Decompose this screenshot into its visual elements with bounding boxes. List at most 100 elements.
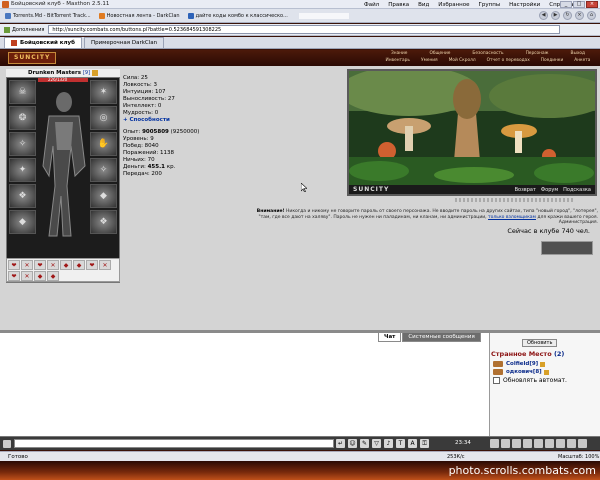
menu-favorites[interactable]: Избранное xyxy=(438,2,469,8)
scroll-slot[interactable]: ✕ xyxy=(21,271,33,281)
exp-label: Опыт: xyxy=(123,129,141,135)
tab-system-messages[interactable]: Системные сообщения xyxy=(402,333,481,342)
map-icon[interactable] xyxy=(567,439,576,448)
help-icon[interactable] xyxy=(523,439,532,448)
user-row[interactable]: Colfield [9] xyxy=(493,361,546,367)
menu-settings[interactable]: Настройки xyxy=(509,2,540,8)
exit-icon[interactable] xyxy=(512,439,521,448)
stats-counter-badge[interactable] xyxy=(541,241,593,255)
forum-link[interactable]: Форум xyxy=(541,187,558,193)
menu-file[interactable]: Файл xyxy=(364,2,379,8)
user-name: одкович xyxy=(506,369,533,375)
nav-security[interactable]: Безопасность xyxy=(472,51,503,58)
earring-slot[interactable]: ✶ xyxy=(90,80,117,104)
home-icon[interactable]: ⌂ xyxy=(587,11,596,20)
chat-menu-icon[interactable] xyxy=(3,440,11,448)
ring-slot[interactable]: ◎ xyxy=(90,106,117,130)
scroll-slot[interactable]: ❤ xyxy=(86,260,98,270)
character-portrait: ☠ ❂ ✧ ✦ ❖ ◆ ✶ ◎ ✋ ✧ ◆ ❖ xyxy=(6,77,120,283)
forward-icon[interactable]: ▶ xyxy=(551,11,560,20)
filter-icon[interactable]: ▽ xyxy=(372,439,381,448)
status-zoom[interactable]: Масштаб: 100% xyxy=(558,454,599,460)
browser-tab-combo-codes[interactable]: дайте коды комбо к классическо... xyxy=(185,10,291,21)
helmet-slot[interactable]: ☠ xyxy=(9,80,36,104)
menu-groups[interactable]: Группы xyxy=(479,2,501,8)
page-tab-strip: Бойцовский клуб Примерочная DarkClan xyxy=(0,37,600,49)
sound-icon[interactable]: ♪ xyxy=(384,439,393,448)
clear-icon[interactable]: ✎ xyxy=(360,439,369,448)
nav-communication[interactable]: Общение xyxy=(429,51,450,58)
browser-tab-label: дайте коды комбо к классическо... xyxy=(195,12,288,19)
lock-icon[interactable]: ⚿ xyxy=(420,439,429,448)
friends-icon[interactable] xyxy=(556,439,565,448)
info-icon[interactable] xyxy=(540,361,546,367)
refresh-button[interactable]: Обновить xyxy=(522,339,558,347)
scroll-slot[interactable]: ✕ xyxy=(99,260,111,270)
belt-slot[interactable]: ❖ xyxy=(9,184,36,208)
return-link[interactable]: Возврат xyxy=(515,187,536,193)
necklace-slot[interactable]: ❂ xyxy=(9,106,36,130)
tab-chat[interactable]: Чат xyxy=(378,333,402,342)
online-count: Сейчас в клубе 740 чел. xyxy=(507,227,590,235)
game-page: SUNCITY Знание Общение Безопасность Перс… xyxy=(0,50,600,330)
smile-icon[interactable]: ☺ xyxy=(348,439,357,448)
warning-text1: Никогда и никому не говорите пароль от с… xyxy=(284,209,598,214)
shield-slot[interactable]: ◆ xyxy=(9,210,36,234)
back-icon[interactable]: ◀ xyxy=(539,11,548,20)
send-icon[interactable]: ↵ xyxy=(336,439,345,448)
nav-transfer-report[interactable]: Отчет о переводах xyxy=(487,58,530,65)
nav-battles[interactable]: Поединки xyxy=(541,58,563,65)
tab-darkclan-fitting[interactable]: Примерочная DarkClan xyxy=(83,37,165,48)
menu-edit[interactable]: Правка xyxy=(388,2,409,8)
sound-icon[interactable] xyxy=(501,439,510,448)
user-row[interactable]: одкович [8] xyxy=(493,369,549,375)
info-icon[interactable] xyxy=(543,369,549,375)
settings-icon[interactable] xyxy=(490,439,499,448)
scroll-slot[interactable]: ◆ xyxy=(47,271,59,281)
tab-combats[interactable]: Бойцовский клуб xyxy=(4,37,82,48)
addons-button[interactable]: Дополнения xyxy=(0,26,48,33)
mail-icon[interactable] xyxy=(534,439,543,448)
scroll-slot[interactable]: ❤ xyxy=(34,260,46,270)
abilities-link[interactable]: + Способности xyxy=(123,117,223,124)
cloak-slot[interactable]: ❖ xyxy=(90,210,117,234)
scroll-slot[interactable]: ❤ xyxy=(8,271,20,281)
info-icon[interactable] xyxy=(92,70,99,76)
auto-refresh-checkbox[interactable] xyxy=(493,377,500,384)
scroll-slot[interactable]: ❤ xyxy=(8,260,20,270)
browser-tab-torrents[interactable]: Torrents.Md - BitTorrent Track... xyxy=(2,10,94,21)
thieves-link[interactable]: только взломщикам xyxy=(488,215,536,220)
boots-slot[interactable]: ◆ xyxy=(90,184,117,208)
nav-profile[interactable]: Анкета xyxy=(574,58,590,65)
info-icon[interactable] xyxy=(578,439,587,448)
weapon-slot[interactable]: ✧ xyxy=(9,132,36,156)
stop-icon[interactable]: × xyxy=(575,11,584,20)
nav-inventory[interactable]: Инвентарь xyxy=(386,58,410,65)
chat-message-input[interactable] xyxy=(14,439,334,448)
menu-view[interactable]: Вид xyxy=(418,2,429,8)
scroll-slot[interactable]: ✕ xyxy=(21,260,33,270)
clan-icon[interactable] xyxy=(545,439,554,448)
nav-skills[interactable]: Умения xyxy=(421,58,438,65)
refresh-icon[interactable]: ↻ xyxy=(563,11,572,20)
nav-my-scroll[interactable]: Мой Скролл xyxy=(449,58,476,65)
hint-link[interactable]: Подсказка xyxy=(563,187,591,193)
browser-tab-darkclan-news[interactable]: Новостная лента - DarkClan xyxy=(96,10,183,21)
url-input[interactable]: http://suncity.combats.com/buttons.pl?ba… xyxy=(48,25,560,34)
scroll-slot[interactable]: ◆ xyxy=(34,271,46,281)
scroll-slot[interactable]: ✕ xyxy=(47,260,59,270)
offhand-slot[interactable]: ✧ xyxy=(90,158,117,182)
scroll-slot[interactable]: ◆ xyxy=(60,260,72,270)
translit-icon[interactable]: T xyxy=(396,439,405,448)
font-icon[interactable]: A xyxy=(408,439,417,448)
auto-refresh-toggle[interactable]: Обновлять автомат. xyxy=(493,377,567,384)
minimize-button[interactable]: _ xyxy=(560,1,572,8)
gloves-slot[interactable]: ✋ xyxy=(90,132,117,156)
armor-slot[interactable]: ✦ xyxy=(9,158,36,182)
maximize-button[interactable]: □ xyxy=(573,1,585,8)
nav-character[interactable]: Персонаж xyxy=(526,51,549,58)
nav-exit[interactable]: Выход xyxy=(571,51,585,58)
nav-knowledge[interactable]: Знание xyxy=(391,51,407,58)
scroll-slot[interactable]: ◆ xyxy=(73,260,85,270)
close-button[interactable]: × xyxy=(586,1,598,8)
